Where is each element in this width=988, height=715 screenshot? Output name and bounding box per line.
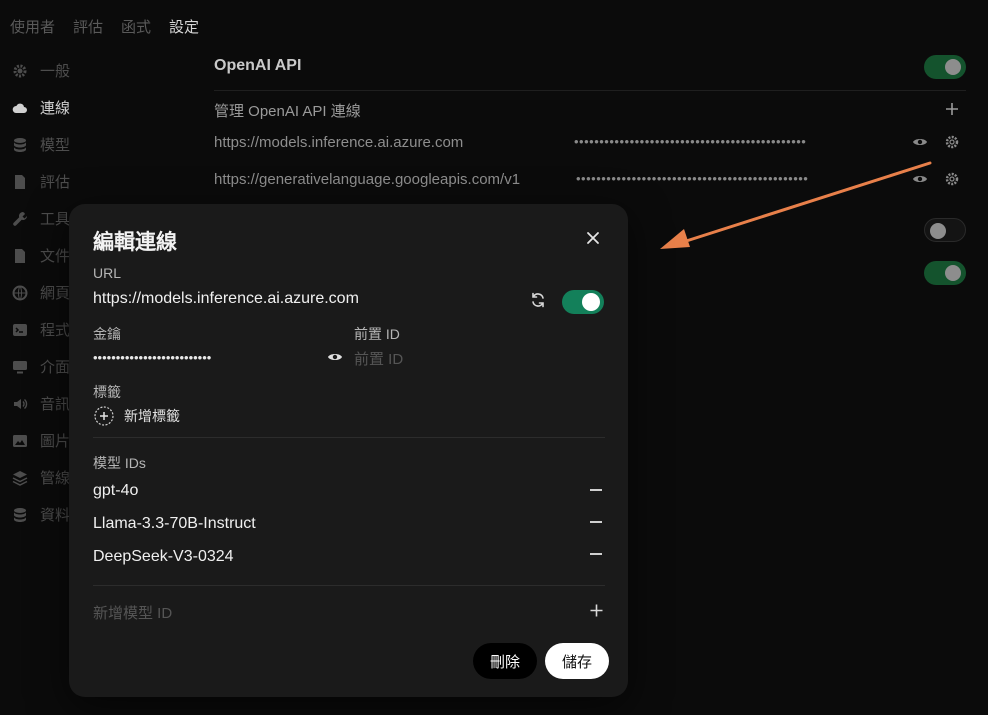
- toggle-knob: [945, 265, 961, 281]
- plus-circle-icon: [94, 406, 114, 426]
- sidebar-item-label: 圖片: [40, 433, 71, 450]
- layers-icon: [12, 470, 28, 486]
- terminal-icon: [13, 323, 27, 336]
- sidebar-item-label: 一般: [40, 63, 71, 80]
- edit-connection-modal: 編輯連線 URL https://models.inference.ai.azu…: [69, 204, 628, 697]
- sidebar-item-general[interactable]: 一般: [12, 52, 82, 89]
- model-id-item: Llama-3.3-70B-Instruct: [93, 515, 256, 532]
- refresh-icon[interactable]: [530, 292, 546, 308]
- remove-model-button[interactable]: [590, 521, 602, 523]
- eye-icon[interactable]: [327, 351, 343, 363]
- connection-enabled-toggle[interactable]: [562, 290, 604, 314]
- add-connection-icon[interactable]: [945, 102, 959, 116]
- url-label: URL: [93, 265, 122, 281]
- sidebar-item-label: 模型: [40, 137, 71, 154]
- divider: [93, 585, 605, 586]
- sidebar-item-label: 文件: [40, 248, 71, 265]
- gear-icon[interactable]: [944, 171, 960, 187]
- wrench-icon: [13, 211, 28, 226]
- nav-users[interactable]: 使用者: [10, 16, 55, 37]
- cloud-icon: [12, 103, 27, 113]
- openai-api-label: OpenAI API: [214, 57, 302, 74]
- add-tag-label: 新增標籤: [124, 408, 180, 424]
- connection-url[interactable]: https://generativelanguage.googleapis.co…: [214, 171, 576, 188]
- model-id-item: gpt-4o: [93, 482, 139, 499]
- sidebar-item-label: 連線: [40, 100, 71, 117]
- sidebar-item-evaluations[interactable]: 評估: [12, 163, 82, 200]
- setting-toggle[interactable]: [924, 261, 966, 285]
- api-key-input[interactable]: ••••••••••••••••••••••••••: [93, 350, 323, 365]
- openai-api-toggle[interactable]: [924, 55, 966, 79]
- top-nav: 使用者 評估 函式 設定: [10, 16, 199, 37]
- toggle-knob: [945, 59, 961, 75]
- add-tag-button[interactable]: 新增標籤: [94, 406, 180, 426]
- sidebar-item-connections[interactable]: 連線: [12, 89, 82, 126]
- sidebar-item-label: 評估: [40, 174, 71, 191]
- eye-icon[interactable]: [912, 136, 928, 148]
- sidebar-item-label: 資料: [40, 507, 71, 524]
- sidebar-item-label: 介面: [40, 359, 71, 376]
- sidebar-item-label: 工具: [40, 211, 71, 228]
- file-icon: [15, 248, 25, 263]
- nav-settings[interactable]: 設定: [169, 16, 199, 37]
- nav-evaluations[interactable]: 評估: [73, 16, 103, 37]
- database-icon: [14, 137, 26, 152]
- remove-model-button[interactable]: [590, 553, 602, 555]
- toggle-knob: [582, 293, 600, 311]
- globe-icon: [12, 285, 28, 300]
- sidebar-item-label: 音訊: [40, 396, 71, 413]
- add-model-id-input[interactable]: 新增模型 ID: [93, 602, 172, 623]
- prefix-id-label: 前置 ID: [354, 326, 400, 342]
- monitor-icon: [13, 360, 27, 373]
- document-icon: [15, 174, 25, 189]
- remove-model-button[interactable]: [590, 489, 602, 491]
- connection-url[interactable]: https://models.inference.ai.azure.com: [214, 134, 463, 151]
- gear-icon[interactable]: [944, 134, 960, 150]
- prefix-id-input[interactable]: 前置 ID: [354, 348, 403, 369]
- modal-title: 編輯連線: [93, 231, 177, 254]
- tags-label: 標籤: [93, 384, 121, 400]
- gear-icon: [13, 64, 27, 77]
- image-icon: [13, 434, 27, 447]
- add-model-icon[interactable]: [590, 604, 603, 617]
- sidebar-item-label: 網頁: [40, 285, 71, 302]
- manage-connections-label: 管理 OpenAI API 連線: [214, 103, 361, 120]
- url-input[interactable]: https://models.inference.ai.azure.com: [93, 290, 359, 308]
- database-icon: [14, 507, 26, 522]
- connection-key-mask: ••••••••••••••••••••••••••••••••••••••••…: [574, 134, 807, 149]
- speaker-icon: [14, 398, 28, 409]
- annotation-arrow-icon: [660, 161, 932, 249]
- divider: [93, 437, 605, 438]
- model-id-item: DeepSeek-V3-0324: [93, 548, 234, 565]
- key-label: 金鑰: [93, 326, 121, 342]
- nav-functions[interactable]: 函式: [121, 16, 151, 37]
- sidebar-item-label: 管線: [40, 470, 71, 487]
- delete-button[interactable]: 刪除: [473, 643, 537, 679]
- close-icon[interactable]: [585, 230, 601, 246]
- sidebar-item-label: 程式: [40, 322, 71, 339]
- divider: [214, 90, 966, 91]
- save-button[interactable]: 儲存: [545, 643, 609, 679]
- model-ids-label: 模型 IDs: [93, 455, 146, 471]
- sidebar-item-models[interactable]: 模型: [12, 126, 82, 163]
